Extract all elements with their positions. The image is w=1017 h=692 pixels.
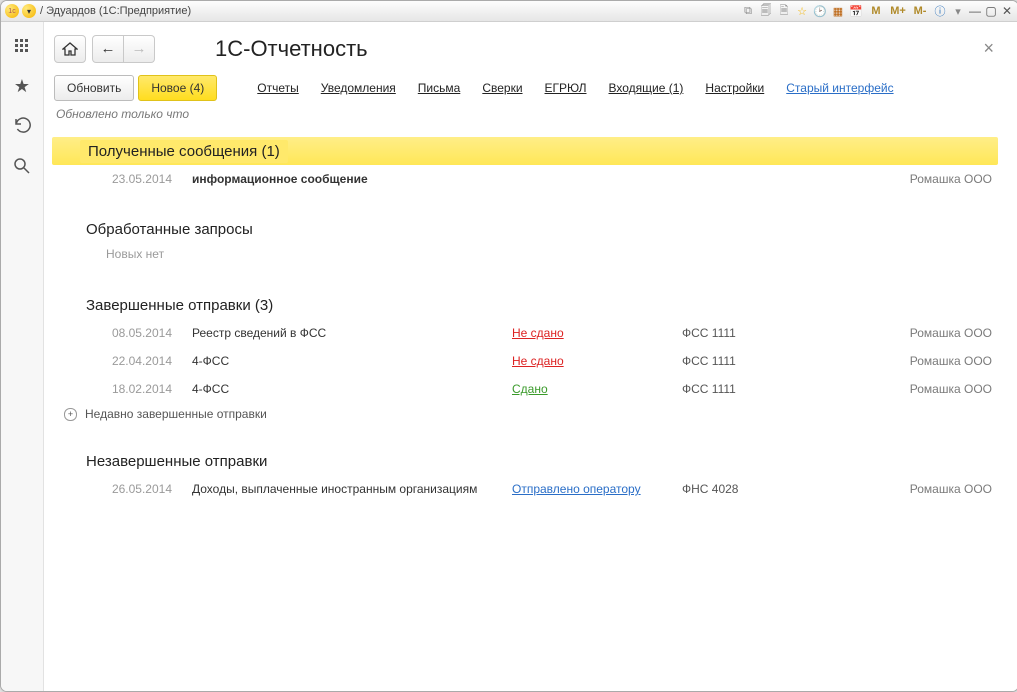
processed-empty-text: Новых нет — [52, 243, 998, 269]
body: ★ ← → 1С-Отчетность × Об — [1, 22, 1017, 691]
row-code: ФСС 1111 — [682, 354, 822, 368]
row-status: Не сдано — [512, 354, 682, 368]
memory-m-button[interactable]: M — [866, 3, 886, 19]
row-company: Ромашка ООО — [910, 382, 998, 396]
tab-old-interface[interactable]: Старый интерфейс — [786, 81, 893, 95]
section-processed-title: Обработанные запросы — [52, 221, 253, 238]
row-date: 26.05.2014 — [52, 482, 192, 496]
section-received-header: Полученные сообщения (1) — [52, 137, 998, 165]
row-desc: информационное сообщение — [192, 172, 512, 186]
search-icon[interactable] — [12, 156, 32, 176]
section-completed-title: Завершенные отправки (3) — [52, 297, 273, 314]
row-desc: 4-ФСС — [192, 354, 512, 368]
calendar-icon[interactable]: 📅 — [848, 3, 864, 19]
row-status: Не сдано — [512, 326, 682, 340]
row-date: 18.02.2014 — [52, 382, 192, 396]
tab-letters[interactable]: Письма — [418, 81, 461, 95]
tabs: Отчеты Уведомления Письма Сверки ЕГРЮЛ В… — [257, 81, 1008, 95]
new-filter-button[interactable]: Новое (4) — [138, 75, 217, 101]
print-preview-icon[interactable]: ⧉ — [740, 3, 756, 19]
row-status: Отправлено оператору — [512, 482, 682, 496]
row-code: ФСС 1111 — [682, 382, 822, 396]
list-row[interactable]: 26.05.2014 Доходы, выплаченные иностранн… — [52, 475, 998, 503]
app-menu-dropdown[interactable]: ▾ — [22, 4, 36, 18]
maximize-icon[interactable]: ▢ — [984, 3, 998, 19]
tab-incoming[interactable]: Входящие (1) — [609, 81, 684, 95]
status-link[interactable]: Отправлено оператору — [512, 482, 641, 496]
apps-icon[interactable] — [12, 36, 32, 56]
minimize-icon[interactable]: — — [968, 3, 982, 19]
row-status: Сдано — [512, 382, 682, 396]
favorite-icon[interactable]: ☆ — [794, 3, 810, 19]
expand-recent-completed[interactable]: + Недавно завершенные отправки — [52, 403, 998, 425]
tab-reconciliations[interactable]: Сверки — [482, 81, 522, 95]
titlebar-icons: ⧉ 🗐 🗎 ☆ 🕑 ▦ 📅 M M+ M- ⓘ ▾ — ▢ ✕ — [740, 3, 1014, 19]
list-row[interactable]: 23.05.2014 информационное сообщение Рома… — [52, 165, 998, 193]
info-dropdown-icon[interactable]: ▾ — [950, 3, 966, 19]
sidebar: ★ — [1, 22, 44, 691]
page-icon[interactable]: 🗐 — [758, 3, 774, 19]
row-desc: 4-ФСС — [192, 382, 512, 396]
plus-icon: + — [64, 408, 77, 421]
history-side-icon[interactable] — [12, 116, 32, 136]
forward-button: → — [124, 35, 155, 63]
row-date: 22.04.2014 — [52, 354, 192, 368]
star-icon[interactable]: ★ — [12, 76, 32, 96]
content: ← → 1С-Отчетность × Обновить Новое (4) О… — [44, 22, 1017, 691]
titlebar: 1c ▾ / Эдуардов (1С:Предприятие) ⧉ 🗐 🗎 ☆… — [1, 1, 1017, 22]
info-icon[interactable]: ⓘ — [932, 3, 948, 19]
calculator-icon[interactable]: ▦ — [830, 3, 846, 19]
row-date: 23.05.2014 — [52, 172, 192, 186]
doc-icon[interactable]: 🗎 — [776, 3, 792, 19]
page-title: 1С-Отчетность — [215, 36, 368, 62]
status-link[interactable]: Не сдано — [512, 354, 564, 368]
tab-egrul[interactable]: ЕГРЮЛ — [545, 81, 587, 95]
close-window-icon[interactable]: ✕ — [1000, 3, 1014, 19]
section-received-title: Полученные сообщения (1) — [80, 140, 288, 163]
row-desc: Реестр сведений в ФСС — [192, 326, 512, 340]
status-link[interactable]: Сдано — [512, 382, 548, 396]
row-desc: Доходы, выплаченные иностранным организа… — [192, 482, 512, 496]
main-scroll[interactable]: Полученные сообщения (1) 23.05.2014 инфо… — [44, 131, 1017, 691]
row-code: ФНС 4028 — [682, 482, 822, 496]
history-icon[interactable]: 🕑 — [812, 3, 828, 19]
back-button[interactable]: ← — [92, 35, 124, 63]
expand-label: Недавно завершенные отправки — [85, 407, 267, 421]
row-company: Ромашка ООО — [910, 354, 998, 368]
tab-reports[interactable]: Отчеты — [257, 81, 298, 95]
refresh-button[interactable]: Обновить — [54, 75, 134, 101]
list-row[interactable]: 22.04.2014 4-ФСС Не сдано ФСС 1111 Ромаш… — [52, 347, 998, 375]
section-processed-header: Обработанные запросы — [52, 215, 998, 243]
tab-settings[interactable]: Настройки — [705, 81, 764, 95]
tabs-row: Обновить Новое (4) Отчеты Уведомления Пи… — [44, 69, 1017, 101]
home-button[interactable] — [54, 35, 86, 63]
app-window: 1c ▾ / Эдуардов (1С:Предприятие) ⧉ 🗐 🗎 ☆… — [0, 0, 1017, 692]
tab-notifications[interactable]: Уведомления — [321, 81, 396, 95]
row-company: Ромашка ООО — [910, 326, 998, 340]
status-line: Обновлено только что — [44, 101, 1017, 131]
memory-mminus-button[interactable]: M- — [910, 3, 930, 19]
row-code: ФСС 1111 — [682, 326, 822, 340]
status-link[interactable]: Не сдано — [512, 326, 564, 340]
section-completed-header: Завершенные отправки (3) — [52, 291, 998, 319]
row-date: 08.05.2014 — [52, 326, 192, 340]
row-company: Ромашка ООО — [910, 482, 998, 496]
close-page-icon[interactable]: × — [979, 34, 998, 63]
section-pending-header: Незавершенные отправки — [52, 447, 998, 475]
memory-mplus-button[interactable]: M+ — [888, 3, 908, 19]
window-title: / Эдуардов (1С:Предприятие) — [40, 5, 191, 17]
app-logo-icon: 1c — [5, 4, 19, 18]
section-pending-title: Незавершенные отправки — [52, 453, 267, 470]
row-company: Ромашка ООО — [910, 172, 998, 186]
list-row[interactable]: 18.02.2014 4-ФСС Сдано ФСС 1111 Ромашка … — [52, 375, 998, 403]
nav-group: ← → — [92, 35, 155, 63]
page-header: ← → 1С-Отчетность × — [44, 22, 1017, 69]
list-row[interactable]: 08.05.2014 Реестр сведений в ФСС Не сдан… — [52, 319, 998, 347]
